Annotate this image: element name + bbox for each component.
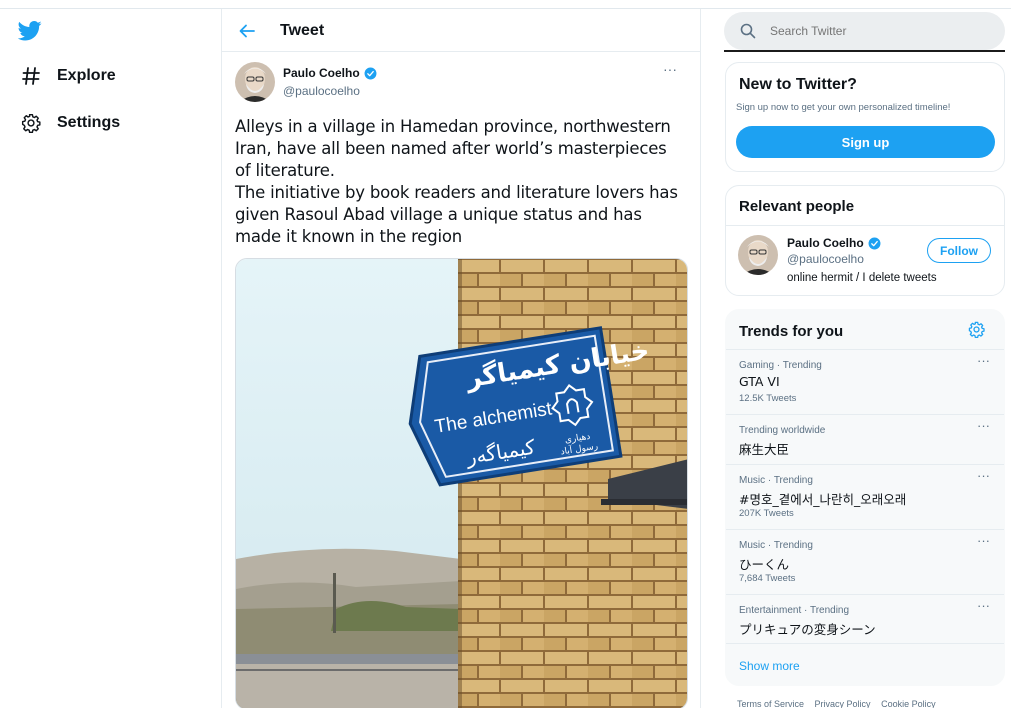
trend-name: ひーくん	[739, 557, 790, 572]
search-focus-underline	[724, 50, 1005, 52]
trend-item[interactable]: Entertainment · Trending プリキュアの変身シーン ···	[726, 594, 1004, 644]
trend-meta: Trending worldwide	[739, 425, 826, 436]
new-to-twitter-card: New to Twitter? Sign up now to get your …	[725, 62, 1005, 172]
trend-name: GTA VI	[739, 374, 780, 389]
follow-button[interactable]: Follow	[927, 238, 991, 263]
twitter-bird-icon[interactable]	[17, 20, 42, 42]
tweet-text: Alleys in a village in Hamedan province,…	[235, 116, 687, 248]
tweet-text-line: The initiative by book readers and liter…	[235, 183, 678, 246]
tweet-text-line: Alleys in a village in Hamedan province,…	[235, 117, 671, 180]
trend-count: 207K Tweets	[739, 508, 794, 519]
nav-explore-label: Explore	[57, 67, 116, 84]
trend-name: 麻生大臣	[739, 442, 790, 457]
left-nav: Explore Settings	[0, 9, 221, 708]
trend-count: 7,684 Tweets	[739, 573, 796, 584]
trend-item[interactable]: Music · Trending #명호_곁에서_나란히_오래오래 207K T…	[726, 464, 1004, 529]
nav-explore[interactable]: Explore	[20, 61, 116, 91]
nav-settings-label: Settings	[57, 114, 121, 131]
nav-settings[interactable]: Settings	[20, 108, 120, 138]
trend-meta: Music · Trending	[739, 540, 813, 551]
verified-badge-icon	[364, 67, 377, 79]
trend-item[interactable]: Music · Trending ひーくん 7,684 Tweets ···	[726, 529, 1004, 594]
tweet-author: Paulo Coelho @paulocoelho ···	[235, 52, 687, 112]
trends-card: Trends for you Gaming · Trending GTA VI …	[725, 309, 1005, 686]
trend-meta: Entertainment · Trending	[739, 605, 850, 616]
tweet: Paulo Coelho @paulocoelho ··· Alleys in …	[222, 52, 700, 708]
relevant-people-card: Relevant people Paulo Coelho @paulocoelh…	[725, 185, 1005, 296]
trends-title: Trends for you	[739, 323, 844, 340]
avatar[interactable]	[738, 235, 778, 275]
back-arrow-icon[interactable]	[236, 20, 258, 42]
hashtag-icon	[20, 65, 42, 87]
trend-name: プリキュアの変身シーン	[739, 622, 876, 637]
relevant-people-title: Relevant people	[739, 198, 855, 215]
more-options-icon[interactable]: ···	[977, 419, 990, 432]
search-icon	[740, 23, 756, 39]
trend-item[interactable]: Gaming · Trending GTA VI 12.5K Tweets ··…	[726, 349, 1004, 414]
page-title: Tweet	[280, 22, 325, 39]
relevant-person-name-text: Paulo Coelho	[787, 236, 864, 250]
relevant-person-handle[interactable]: @paulocoelho	[787, 252, 864, 266]
gear-icon	[20, 112, 42, 134]
footer-link[interactable]: Privacy Policy	[815, 699, 871, 708]
right-sidebar: New to Twitter? Sign up now to get your …	[724, 9, 1006, 708]
more-options-icon[interactable]: ···	[663, 62, 677, 76]
relevant-person-bio: online hermit / I delete tweets	[787, 272, 937, 284]
tweet-column: Tweet Paulo Coelho @paulocoelho ··· Alle…	[221, 9, 701, 708]
author-handle[interactable]: @paulocoelho	[283, 84, 360, 98]
tweet-header: Tweet	[222, 9, 700, 52]
search-input[interactable]	[770, 24, 970, 38]
trend-item[interactable]: Trending worldwide 麻生大臣 ···	[726, 414, 1004, 464]
tweet-photo[interactable]: خیابان کیمیاگر The alchemist کیمیاگەر ده…	[235, 258, 688, 708]
footer-link[interactable]: Cookie Policy	[881, 699, 936, 708]
new-to-twitter-title: New to Twitter?	[739, 76, 857, 93]
gear-icon[interactable]	[968, 321, 985, 338]
signup-button[interactable]: Sign up	[736, 126, 995, 158]
more-options-icon[interactable]: ···	[977, 354, 990, 367]
search-box[interactable]	[724, 12, 1005, 50]
footer-link[interactable]: Terms of Service	[737, 699, 804, 708]
verified-badge-icon	[868, 237, 881, 249]
divider	[726, 225, 1004, 226]
trend-meta: Gaming · Trending	[739, 360, 822, 371]
author-name[interactable]: Paulo Coelho	[283, 66, 377, 80]
trend-meta: Music · Trending	[739, 475, 813, 486]
avatar[interactable]	[235, 62, 275, 102]
trend-count: 12.5K Tweets	[739, 393, 797, 404]
new-to-twitter-subtitle: Sign up now to get your own personalized…	[736, 102, 951, 113]
more-options-icon[interactable]: ···	[977, 534, 990, 547]
trend-name: #명호_곁에서_나란히_오래오래	[739, 492, 907, 507]
show-more-link[interactable]: Show more	[739, 659, 800, 673]
relevant-person-name[interactable]: Paulo Coelho	[787, 236, 881, 250]
author-name-text: Paulo Coelho	[283, 66, 360, 80]
footer-links: Terms of Service Privacy Policy Cookie P…	[737, 699, 944, 708]
more-options-icon[interactable]: ···	[977, 599, 990, 612]
more-options-icon[interactable]: ···	[977, 469, 990, 482]
